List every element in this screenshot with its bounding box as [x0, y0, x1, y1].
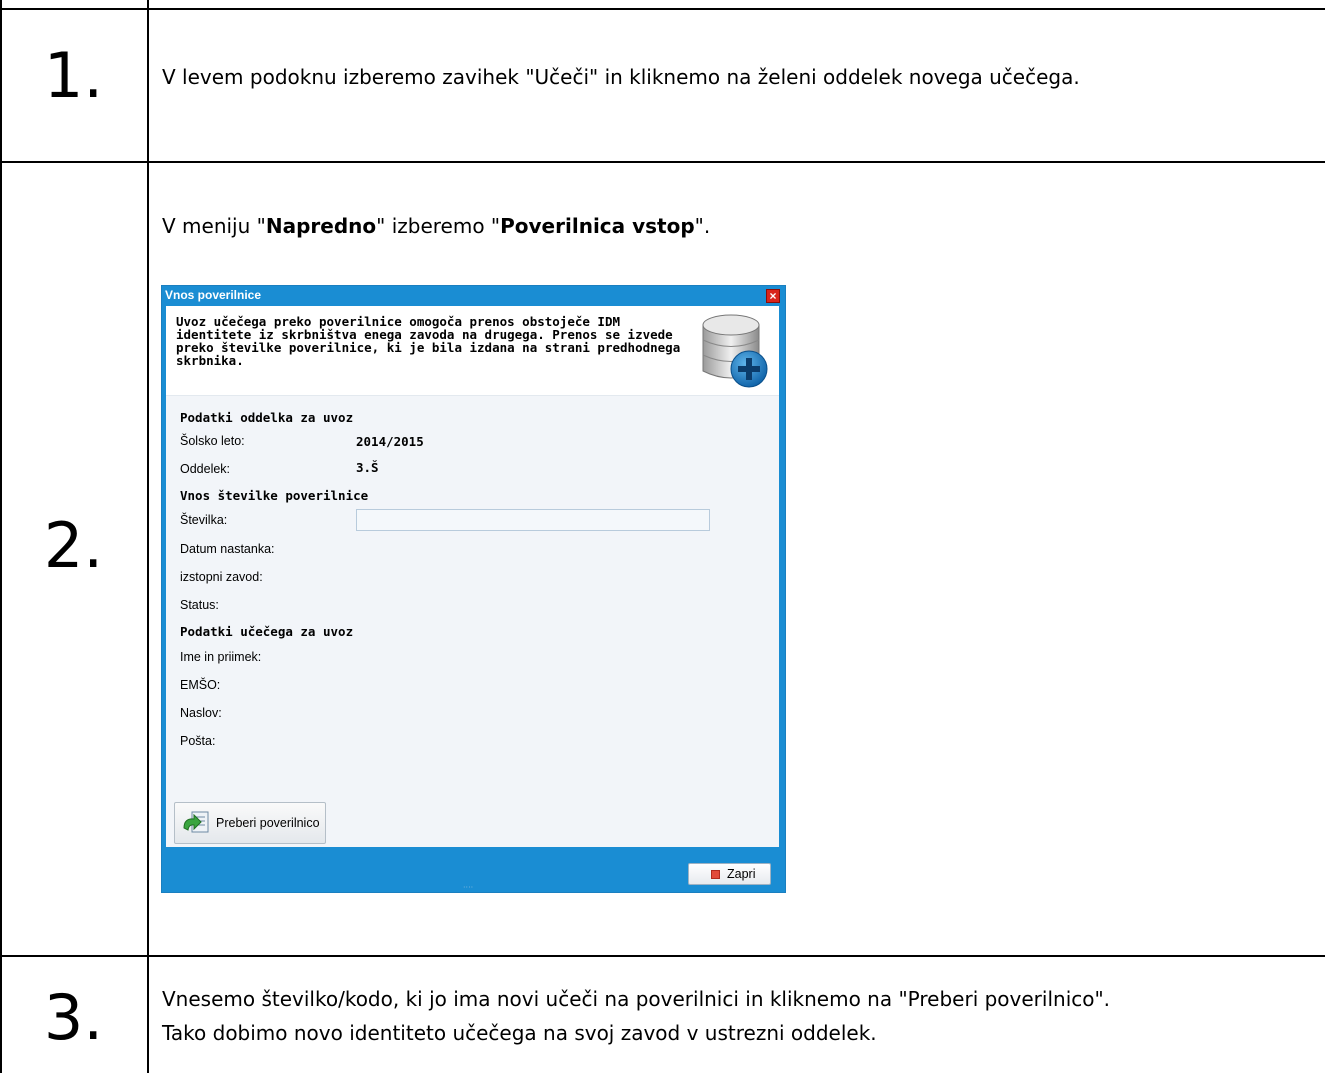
- step-3-line-2: Tako dobimo novo identiteto učečega na s…: [162, 1021, 877, 1045]
- intro-line: preko številke poverilnice, ki je bila i…: [176, 340, 681, 355]
- step-2-number: 2.: [43, 509, 104, 582]
- row-divider-2: [0, 955, 1325, 957]
- close-icon[interactable]: ×: [766, 289, 780, 303]
- address-label: Naslov:: [180, 706, 222, 720]
- step-1-text: V levem podoknu izberemo zavihek "Učeči"…: [162, 65, 1080, 89]
- step-2-text-c: ".: [694, 214, 711, 238]
- stop-square-icon: [711, 870, 720, 879]
- step-2-text-a: V meniju ": [162, 214, 266, 238]
- step-3-number: 3.: [43, 981, 104, 1054]
- row-divider-1: [0, 161, 1325, 163]
- name-label: Ime in priimek:: [180, 650, 262, 664]
- step-3-text: Vnesemo številko/kodo, ki jo ima novi uč…: [162, 982, 1315, 1050]
- table-border-top: [0, 8, 1325, 10]
- exit-institution-label: izstopni zavod:: [180, 570, 263, 584]
- menu-napredno: Napredno: [265, 214, 377, 238]
- step-2-text-b: " izberemo ": [376, 214, 501, 238]
- status-label: Status:: [180, 598, 219, 612]
- menu-item-poverilnica-vstop: Poverilnica vstop: [500, 214, 695, 238]
- read-credential-button[interactable]: Preberi poverilnico: [174, 802, 326, 844]
- emso-label: EMŠO:: [180, 678, 221, 692]
- step-2-text: V meniju "Napredno" izberemo "Poverilnic…: [162, 209, 1315, 243]
- step-1-number: 1.: [43, 39, 104, 112]
- section-credential-number: Vnos številke poverilnice: [180, 488, 369, 503]
- section-learner-data: Podatki učečega za uvoz: [180, 624, 354, 639]
- step-3-line-1: Vnesemo številko/kodo, ki jo ima novi uč…: [162, 987, 1111, 1011]
- credential-read-icon: [183, 811, 209, 833]
- school-year-label: Šolsko leto:: [180, 434, 245, 448]
- dialog-header: Uvoz učečega preko poverilnice omogoča p…: [166, 306, 779, 396]
- credential-dialog: Vnos poverilnice × Uvoz učečega preko po…: [161, 285, 786, 893]
- read-credential-label: Preberi poverilnico: [216, 816, 320, 830]
- post-label: Pošta:: [180, 734, 216, 748]
- section-dept-data: Podatki oddelka za uvoz: [180, 410, 354, 425]
- database-add-icon: [702, 314, 768, 388]
- department-value: 3.Š: [356, 460, 379, 475]
- resize-grip[interactable]: ····: [463, 883, 473, 892]
- number-label: Številka:: [180, 513, 228, 527]
- dialog-title: Vnos poverilnice: [165, 288, 262, 302]
- close-button[interactable]: Zapri: [688, 863, 771, 885]
- close-button-label: Zapri: [727, 867, 756, 881]
- dialog-intro: Uvoz učečega preko poverilnice omogoča p…: [176, 315, 681, 367]
- department-label: Oddelek:: [180, 462, 231, 476]
- created-date-label: Datum nastanka:: [180, 542, 275, 556]
- credential-number-input[interactable]: [356, 509, 710, 531]
- dialog-body: Uvoz učečega preko poverilnice omogoča p…: [166, 306, 779, 847]
- school-year-value: 2014/2015: [356, 434, 424, 449]
- intro-line: skrbnika.: [176, 353, 244, 368]
